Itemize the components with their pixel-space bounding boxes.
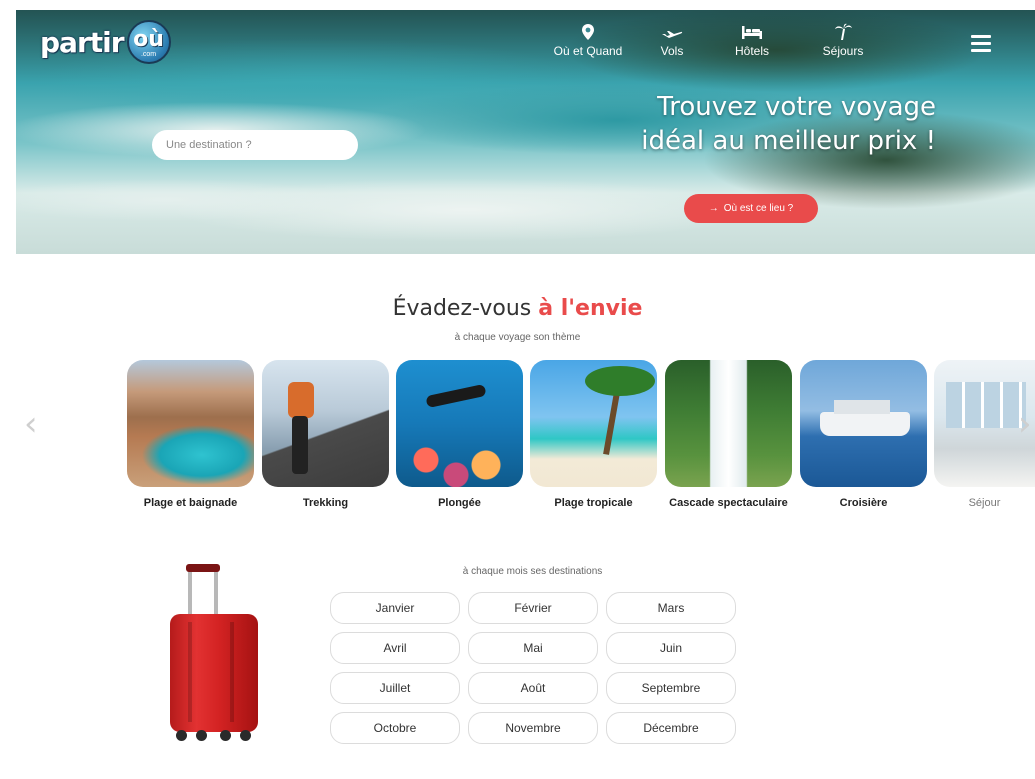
theme-image bbox=[800, 360, 927, 487]
theme-image bbox=[665, 360, 792, 487]
month-button-mai[interactable]: Mai bbox=[468, 632, 598, 664]
nav-ou-et-quand[interactable]: Où et Quand bbox=[536, 22, 640, 58]
month-button-octobre[interactable]: Octobre bbox=[330, 712, 460, 744]
theme-card-plage-et-baignade[interactable]: Plage et baignade bbox=[127, 360, 254, 509]
theme-label: Plongée bbox=[438, 497, 481, 509]
theme-card-cascade-spectaculaire[interactable]: Cascade spectaculaire bbox=[665, 360, 792, 509]
arrow-right-icon: → bbox=[708, 203, 719, 214]
hamburger-menu-icon[interactable] bbox=[971, 35, 1001, 57]
suitcase-illustration bbox=[168, 564, 262, 742]
where-is-this-place-button[interactable]: → Où est ce lieu ? bbox=[684, 194, 818, 223]
themes-title-start: Évadez-vous bbox=[392, 296, 539, 321]
carousel-next-chevron-icon[interactable]: › bbox=[1018, 404, 1034, 444]
map-pin-icon bbox=[581, 22, 595, 42]
month-button-avril[interactable]: Avril bbox=[330, 632, 460, 664]
month-button-novembre[interactable]: Novembre bbox=[468, 712, 598, 744]
theme-image bbox=[396, 360, 523, 487]
month-button-septembre[interactable]: Septembre bbox=[606, 672, 736, 704]
top-navigation: Où et Quand Vols Hôtels Séjours bbox=[536, 22, 886, 58]
themes-section-subtitle: à chaque voyage son thème bbox=[454, 332, 581, 343]
nav-sejours[interactable]: Séjours bbox=[800, 22, 886, 58]
theme-card-trekking[interactable]: Trekking bbox=[262, 360, 389, 509]
nav-vols[interactable]: Vols bbox=[640, 22, 704, 58]
theme-card-plage-tropicale[interactable]: Plage tropicale bbox=[530, 360, 657, 509]
hero-title-line1: Trouvez votre voyage bbox=[657, 92, 936, 122]
theme-image bbox=[262, 360, 389, 487]
themes-title-accent: à l'envie bbox=[538, 296, 643, 321]
logo-globe-icon: où .com bbox=[126, 20, 171, 64]
nav-label: Séjours bbox=[822, 44, 864, 58]
plane-icon bbox=[661, 22, 683, 42]
hero-title: Trouvez votre voyage idéal au meilleur p… bbox=[556, 90, 936, 158]
theme-label: Séjour bbox=[968, 497, 1001, 509]
hero-banner: partir où .com Où et Quand Vols Hôtels S… bbox=[16, 10, 1035, 254]
carousel-prev-chevron-icon[interactable]: ‹ bbox=[24, 404, 48, 444]
month-button-decembre[interactable]: Décembre bbox=[606, 712, 736, 744]
palm-tree-icon bbox=[833, 22, 853, 42]
logo-globe-text: où bbox=[133, 26, 164, 52]
hero-title-line2: idéal au meilleur prix ! bbox=[641, 126, 936, 156]
nav-label: Où et Quand bbox=[553, 44, 623, 58]
logo-text: partir bbox=[40, 25, 125, 59]
theme-label: Trekking bbox=[302, 497, 349, 509]
theme-image bbox=[127, 360, 254, 487]
month-button-mars[interactable]: Mars bbox=[606, 592, 736, 624]
destination-search-input[interactable] bbox=[152, 130, 358, 160]
month-button-fevrier[interactable]: Février bbox=[468, 592, 598, 624]
month-button-juillet[interactable]: Juillet bbox=[330, 672, 460, 704]
theme-image bbox=[530, 360, 657, 487]
nav-label: Hôtels bbox=[734, 44, 769, 58]
logo-globe-subtext: .com bbox=[140, 51, 157, 58]
nav-hotels[interactable]: Hôtels bbox=[704, 22, 800, 58]
months-section-subtitle: à chaque mois ses destinations bbox=[462, 566, 603, 577]
theme-card-croisiere[interactable]: Croisière bbox=[800, 360, 927, 509]
theme-label: Plage tropicale bbox=[554, 497, 633, 509]
site-logo[interactable]: partir où .com bbox=[40, 20, 171, 64]
nav-label: Vols bbox=[660, 44, 684, 58]
theme-label: Croisière bbox=[839, 497, 888, 509]
theme-label: Plage et baignade bbox=[143, 497, 238, 509]
month-button-janvier[interactable]: Janvier bbox=[330, 592, 460, 624]
bed-icon bbox=[741, 22, 763, 42]
themes-section-title: Évadez-vous à l'envie bbox=[0, 296, 1035, 321]
month-button-juin[interactable]: Juin bbox=[606, 632, 736, 664]
month-button-aout[interactable]: Août bbox=[468, 672, 598, 704]
theme-label: Cascade spectaculaire bbox=[669, 497, 788, 509]
theme-card-plongee[interactable]: Plongée bbox=[396, 360, 523, 509]
months-grid: Janvier Février Mars Avril Mai Juin Juil… bbox=[330, 592, 736, 744]
cta-label: Où est ce lieu ? bbox=[723, 203, 794, 214]
